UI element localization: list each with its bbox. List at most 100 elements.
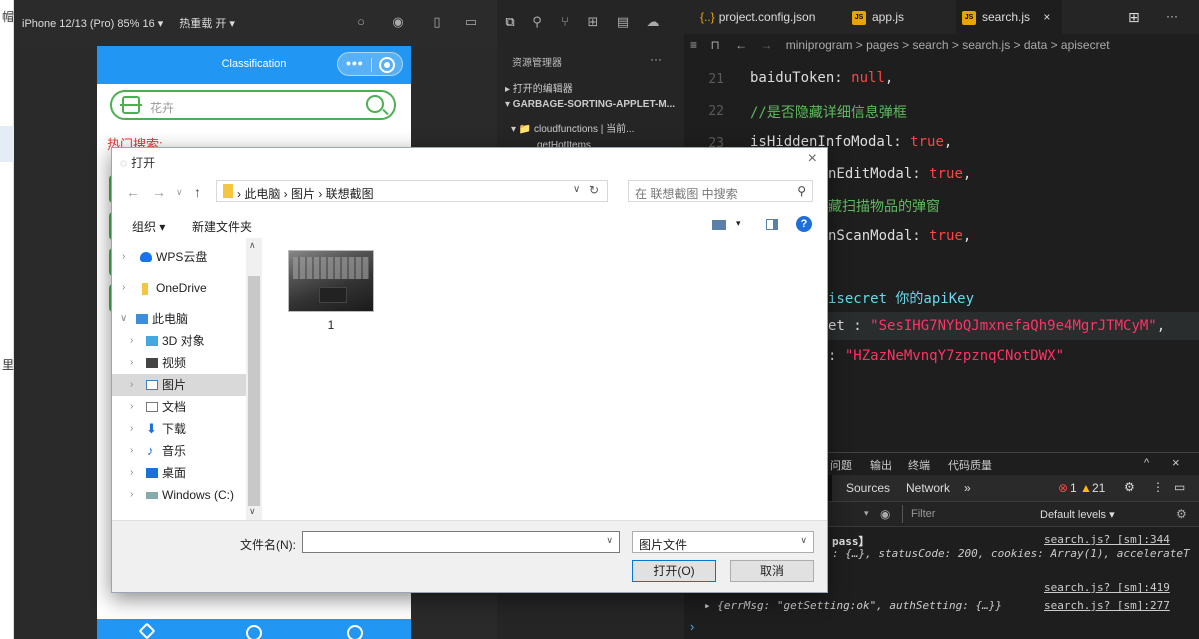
search-icon[interactable]: ⚲	[530, 15, 544, 29]
cancel-button[interactable]: 取消	[730, 560, 814, 582]
view-dropdown-icon[interactable]: ▾	[736, 218, 741, 229]
copy-icon[interactable]: ⧉	[503, 15, 517, 29]
project-root[interactable]: ▾ GARBAGE-SORTING-APPLET-M...	[497, 99, 684, 110]
eye-icon[interactable]: ◉	[880, 507, 890, 521]
tab-network[interactable]: Network	[906, 481, 950, 495]
tree-scrollbar-thumb[interactable]	[248, 276, 260, 506]
open-button[interactable]: 打开(O)	[632, 560, 716, 582]
dialog-search-input[interactable]: 在 联想截图 中搜索 ⚲	[628, 180, 813, 202]
phone-icon[interactable]: ▯	[430, 15, 444, 29]
tree-item-this-pc[interactable]: ∨ 此电脑	[112, 308, 246, 330]
mini-program-capsule[interactable]: •••	[337, 52, 403, 76]
kebab-icon[interactable]: ⋮	[1152, 480, 1164, 494]
tab-code-quality[interactable]: 代码质量	[948, 457, 992, 473]
filetype-select[interactable]: 图片文件 ∨	[632, 531, 814, 553]
search-box[interactable]: 花卉	[110, 90, 396, 120]
close-icon[interactable]: ×	[1043, 10, 1050, 24]
log-source-link[interactable]: search.js? [sm]:277	[1044, 599, 1170, 612]
explorer-more-icon[interactable]: ···	[650, 52, 662, 66]
tab-search-js[interactable]: JS search.js ×	[956, 0, 1062, 34]
navigation-tree: › WPS云盘 › OneDrive ∨ 此电脑 › 3D 对象 › 视频 › …	[112, 238, 262, 518]
preview-pane-icon[interactable]	[766, 219, 778, 230]
hot-reload-toggle[interactable]: 热重载 开 ▾	[179, 15, 235, 31]
console-settings-icon[interactable]: ⚙	[1176, 507, 1187, 521]
help-icon[interactable]: ?	[796, 216, 812, 232]
breadcrumb-path[interactable]: miniprogram > pages > search > search.js…	[786, 38, 1110, 52]
scroll-up-icon[interactable]: ∧	[249, 240, 256, 251]
close-icon[interactable]: ×	[808, 150, 817, 168]
up-arrow-icon[interactable]: ↑	[194, 184, 201, 200]
error-count[interactable]: 1	[1070, 481, 1077, 495]
forward-arrow-icon[interactable]: →	[760, 38, 772, 52]
recent-dropdown-icon[interactable]: ∨	[176, 187, 183, 198]
record-icon[interactable]: ◉	[391, 15, 405, 29]
list-icon[interactable]: ≡	[690, 38, 697, 52]
tab-terminal[interactable]: 终端	[908, 457, 930, 473]
window-icon[interactable]: ▭	[464, 15, 478, 29]
tab-output[interactable]: 输出	[870, 457, 892, 473]
back-arrow-icon[interactable]: ←	[735, 38, 747, 52]
bookmark-icon[interactable]: ⊓	[710, 38, 719, 52]
console-prompt[interactable]: ›	[690, 619, 694, 634]
filter-input[interactable]: Filter	[902, 505, 1032, 523]
extensions-icon[interactable]: ⊞	[586, 15, 600, 29]
chevron-down-icon[interactable]: ∨	[606, 535, 613, 546]
more-dots-icon[interactable]: •••	[346, 55, 364, 71]
scan-icon[interactable]	[120, 96, 142, 114]
tab-icon[interactable]	[347, 625, 363, 639]
log-source-link[interactable]: search.js? [sm]:344	[1044, 533, 1170, 546]
source-control-icon[interactable]: ⑂	[558, 15, 572, 29]
image-thumbnail[interactable]	[288, 250, 374, 312]
file-name-label[interactable]: 1	[288, 318, 374, 332]
more-actions-icon[interactable]: ···	[1166, 9, 1178, 23]
chevron-down-icon[interactable]: ∨	[800, 535, 807, 546]
cloudfunctions-folder[interactable]: ▾ 📁 cloudfunctions | 当前...	[497, 120, 684, 135]
tree-item-wps[interactable]: › WPS云盘	[112, 246, 246, 268]
log-source-link[interactable]: search.js? [sm]:419	[1044, 581, 1170, 594]
split-editor-icon[interactable]: ⊞	[1128, 9, 1140, 26]
tree-item-documents[interactable]: › 文档	[112, 396, 246, 418]
tree-item-desktop[interactable]: › 桌面	[112, 462, 246, 484]
tab-project-config[interactable]: {..} project.config.json	[692, 0, 850, 34]
dock-icon[interactable]: ▭	[1174, 480, 1185, 494]
forward-arrow-icon[interactable]: →	[152, 184, 166, 200]
tree-item-windows-c[interactable]: › Windows (C:)	[112, 484, 246, 506]
close-target-icon[interactable]	[379, 57, 395, 73]
tree-item-3d[interactable]: › 3D 对象	[112, 330, 246, 352]
tree-item-music[interactable]: › ♪ 音乐	[112, 440, 246, 462]
more-tabs-icon[interactable]: »	[964, 481, 971, 495]
tree-scrollbar[interactable]: ∧ ∨	[246, 238, 262, 520]
close-icon[interactable]: ×	[1172, 455, 1180, 470]
tree-item-pictures[interactable]: › 图片	[112, 374, 246, 396]
chevron-down-icon[interactable]: ∨	[573, 184, 580, 195]
refresh-icon[interactable]: ○	[354, 15, 368, 29]
organize-menu[interactable]: 组织 ▾	[132, 218, 165, 235]
computer-icon	[136, 314, 148, 324]
new-folder-button[interactable]: 新建文件夹	[192, 218, 252, 235]
search-icon[interactable]	[366, 95, 384, 113]
warning-count[interactable]: 21	[1092, 481, 1105, 495]
tab-problems[interactable]: 问题	[830, 457, 852, 473]
address-path[interactable]: › 此电脑 › 图片 › 联想截图	[237, 185, 374, 202]
tree-item-onedrive[interactable]: › OneDrive	[112, 277, 246, 299]
scroll-down-icon[interactable]: ∨	[249, 506, 256, 517]
levels-dropdown[interactable]: Default levels ▾	[1040, 508, 1115, 521]
tree-item-video[interactable]: › 视频	[112, 352, 246, 374]
gear-icon[interactable]: ⚙	[1124, 480, 1135, 494]
back-arrow-icon[interactable]: ←	[126, 184, 140, 200]
debug-icon[interactable]: ▤	[616, 15, 630, 29]
chevron-up-icon[interactable]: ^	[1144, 457, 1149, 469]
device-selector[interactable]: iPhone 12/13 (Pro) 85% 16 ▾	[22, 17, 163, 30]
tab-sources[interactable]: Sources	[846, 481, 890, 495]
view-icon[interactable]	[712, 220, 726, 230]
refresh-icon[interactable]: ↻	[589, 183, 599, 197]
tab-icon[interactable]	[246, 625, 262, 639]
address-bar[interactable]: › 此电脑 › 图片 › 联想截图 ∨ ↻	[216, 180, 608, 202]
home-icon[interactable]	[138, 622, 156, 639]
filename-input[interactable]: ∨	[302, 531, 620, 553]
context-dropdown-icon[interactable]: ▾	[864, 508, 869, 519]
open-editors-section[interactable]: ▸ 打开的编辑器	[497, 80, 684, 95]
tree-item-downloads[interactable]: › ⬇ 下载	[112, 418, 246, 440]
tab-app-js[interactable]: JS app.js	[846, 0, 954, 34]
cloud-icon[interactable]: ☁	[646, 15, 660, 29]
